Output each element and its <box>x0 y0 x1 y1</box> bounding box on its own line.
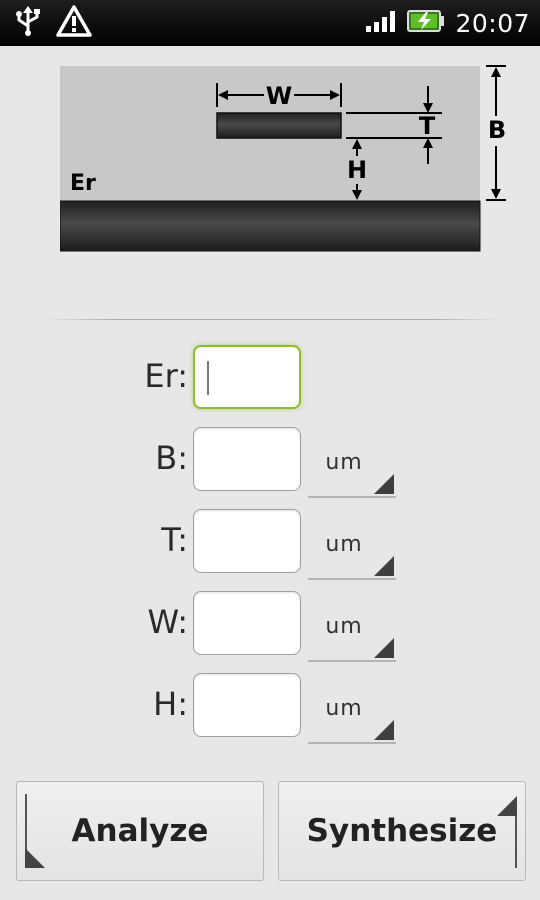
label-er: Er <box>70 171 96 196</box>
usb-icon <box>14 6 42 40</box>
t-input[interactable] <box>193 509 301 573</box>
w-unit-label: um <box>325 614 363 639</box>
w-input[interactable] <box>193 591 301 655</box>
clock: 20:07 <box>455 8 530 38</box>
ground-plane <box>59 200 481 252</box>
dropdown-corner-icon <box>374 474 394 494</box>
analyze-button[interactable]: Analyze <box>16 781 264 881</box>
corner-triangle-icon <box>25 848 45 868</box>
h-input[interactable] <box>193 673 301 737</box>
divider <box>46 319 500 320</box>
label-b: B <box>488 116 506 144</box>
battery-charging-icon <box>407 9 445 37</box>
field-label-er: Er: <box>144 357 188 395</box>
label-t: T <box>419 112 436 140</box>
label-h: H <box>347 156 367 184</box>
synthesize-button-label: Synthesize <box>306 813 498 849</box>
er-input[interactable] <box>193 345 301 409</box>
status-bar: 20:07 <box>0 0 540 46</box>
t-unit-label: um <box>325 532 363 557</box>
signal-icon <box>365 9 397 37</box>
analyze-button-label: Analyze <box>71 813 209 849</box>
field-label-h: H: <box>153 685 188 723</box>
field-label-t: T: <box>161 521 188 559</box>
stripline-diagram: W T H B Er <box>59 62 520 252</box>
dropdown-corner-icon <box>374 556 394 576</box>
warning-icon <box>56 5 92 41</box>
t-unit-spinner[interactable]: um <box>308 512 396 580</box>
b-unit-label: um <box>325 450 363 475</box>
label-w: W <box>266 82 292 110</box>
field-label-b: B: <box>155 439 188 477</box>
dropdown-corner-icon <box>374 638 394 658</box>
field-label-w: W: <box>147 603 188 641</box>
w-unit-spinner[interactable]: um <box>308 594 396 662</box>
b-input[interactable] <box>193 427 301 491</box>
text-caret <box>207 361 209 395</box>
h-unit-label: um <box>325 696 363 721</box>
strip-conductor <box>216 112 342 139</box>
synthesize-button[interactable]: Synthesize <box>278 781 526 881</box>
b-unit-spinner[interactable]: um <box>308 430 396 498</box>
dropdown-corner-icon <box>374 720 394 740</box>
corner-triangle-icon <box>497 796 517 816</box>
h-unit-spinner[interactable]: um <box>308 676 396 744</box>
button-edge-decoration <box>515 808 517 868</box>
